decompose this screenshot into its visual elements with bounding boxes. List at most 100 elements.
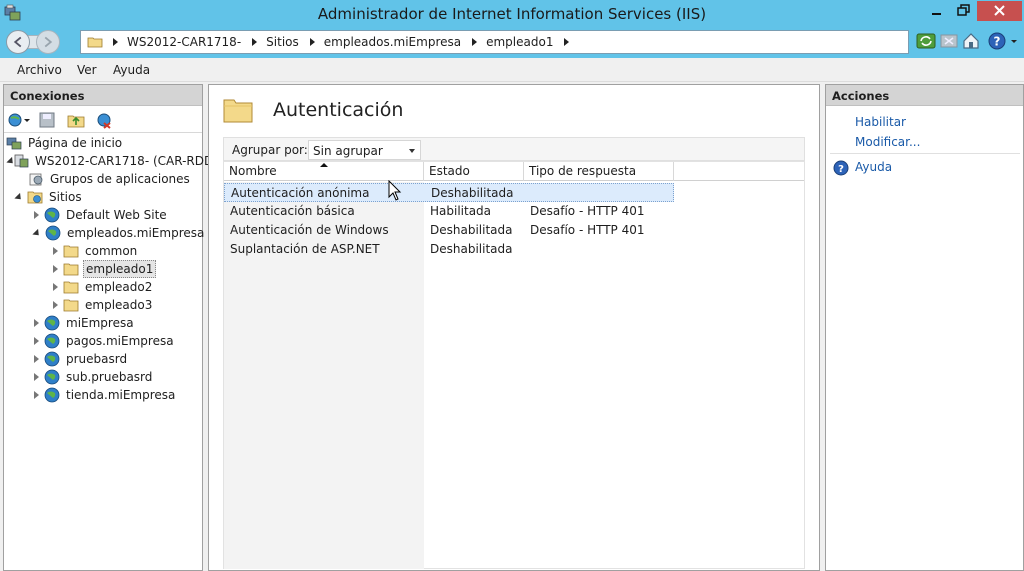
tree-item-empleado2[interactable]: empleado2 (51, 278, 154, 296)
minimize-button[interactable] (923, 1, 950, 21)
tree-item-sites[interactable]: Sitios (14, 188, 84, 206)
tree-expander[interactable] (53, 283, 58, 291)
address-field[interactable]: WS2012-CAR1718- Sitios empleados.miEmpre… (80, 30, 909, 54)
folder-icon (87, 37, 103, 48)
folder-icon (63, 263, 79, 276)
breadcrumb-separator (113, 38, 118, 46)
tree-item-pruebasrd[interactable]: pruebasrd (32, 350, 129, 368)
table-header: Nombre Estado Tipo de respuesta (224, 162, 804, 181)
tree-item-empleado3[interactable]: empleado3 (51, 296, 154, 314)
tree-item-default-web-site[interactable]: Default Web Site (32, 206, 169, 224)
menu-archivo[interactable]: Archivo (17, 63, 62, 77)
tree-item-empleados[interactable]: empleados.miEmpresa (32, 224, 206, 242)
tree-item-sub-pruebasrd[interactable]: sub.pruebasrd (32, 368, 154, 386)
group-by-select[interactable]: Sin agrupar (308, 140, 421, 160)
tree-expander[interactable] (53, 247, 58, 255)
chevron-down-icon (409, 149, 415, 153)
features-table: Nombre Estado Tipo de respuesta Autentic… (223, 161, 805, 569)
folder-icon (63, 281, 79, 294)
connections-toolbar (4, 107, 202, 133)
table-row[interactable]: Suplantación de ASP.NET Deshabilitada (224, 240, 674, 259)
restore-button[interactable] (951, 1, 976, 21)
tree-expander[interactable] (34, 337, 39, 345)
svg-text:?: ? (994, 35, 1001, 49)
actions-header: Acciones (826, 85, 1023, 106)
column-header-state[interactable]: Estado (424, 162, 524, 181)
tree-expander[interactable] (53, 265, 58, 273)
tree-expander[interactable] (34, 391, 39, 399)
server-icon (14, 154, 29, 168)
main-panel: Autenticación Agrupar por: Sin agrupar N… (208, 84, 820, 571)
tree-expander[interactable] (34, 319, 39, 327)
actions-panel: Acciones Habilitar Modificar... ? Ayuda (825, 84, 1024, 571)
tree-expander[interactable] (34, 211, 39, 219)
tree-expander[interactable] (34, 373, 39, 381)
group-by-bar: Agrupar por: Sin agrupar (223, 137, 805, 161)
tree-expander[interactable] (32, 228, 42, 238)
breadcrumb-separator[interactable] (564, 38, 570, 46)
breadcrumb-sites[interactable]: Sitios (266, 35, 324, 49)
home-icon[interactable] (961, 31, 981, 51)
menu-ver[interactable]: Ver (77, 63, 97, 77)
edit-link[interactable]: Modificar... (855, 135, 920, 149)
sites-folder-icon (27, 191, 43, 204)
tree-expander[interactable] (34, 355, 39, 363)
breadcrumb-site[interactable]: empleados.miEmpresa (324, 35, 486, 49)
tree-expander[interactable] (53, 301, 58, 309)
tree-item-tienda[interactable]: tienda.miEmpresa (32, 386, 177, 404)
tree-item-server[interactable]: WS2012-CAR1718- (CAR-RDD171 (6, 152, 238, 170)
start-page-icon (6, 137, 22, 150)
address-bar: WS2012-CAR1718- Sitios empleados.miEmpre… (0, 27, 1024, 58)
tree-item-empleado1[interactable]: empleado1 (51, 260, 157, 278)
sort-ascending-icon (320, 163, 328, 167)
tree-item-pagos[interactable]: pagos.miEmpresa (32, 332, 176, 350)
breadcrumb-app[interactable]: empleado1 (486, 35, 578, 49)
actions-divider (830, 153, 1020, 154)
window-title: Administrador de Internet Information Se… (317, 5, 707, 23)
tree-item-common[interactable]: common (51, 242, 139, 260)
save-icon[interactable] (38, 111, 56, 129)
column-header-response[interactable]: Tipo de respuesta (524, 162, 674, 181)
enable-link[interactable]: Habilitar (855, 115, 906, 129)
up-level-icon[interactable] (67, 111, 85, 129)
column-header-name[interactable]: Nombre (224, 162, 424, 181)
tree-item-home[interactable]: Página de inicio (6, 134, 124, 152)
table-row[interactable]: Autenticación anónima Deshabilitada (224, 183, 674, 202)
connections-header: Conexiones (4, 85, 202, 106)
menu-ayuda[interactable]: Ayuda (113, 63, 150, 77)
help-icon: ? (833, 160, 849, 176)
page-title: Autenticación (273, 99, 404, 121)
forward-button[interactable] (36, 30, 60, 54)
globe-icon (45, 225, 61, 241)
tree-expander[interactable] (14, 192, 24, 202)
globe-icon (44, 387, 60, 403)
globe-icon (44, 351, 60, 367)
back-button[interactable] (6, 30, 30, 54)
tree-item-app-pools[interactable]: Grupos de aplicaciones (28, 170, 192, 188)
table-row[interactable]: Autenticación de Windows Deshabilitada D… (224, 221, 674, 240)
globe-icon (44, 369, 60, 385)
breadcrumb-separator[interactable] (472, 38, 478, 46)
menu-bar: Archivo Ver Ayuda (0, 58, 1024, 82)
stop-icon[interactable] (939, 31, 959, 51)
chevron-down-icon[interactable] (1008, 31, 1020, 51)
folder-icon (223, 99, 253, 123)
folder-icon (63, 245, 79, 258)
breadcrumb-separator[interactable] (309, 38, 315, 46)
close-button[interactable] (977, 1, 1022, 21)
svg-text:?: ? (838, 164, 844, 175)
breadcrumb-server[interactable]: WS2012-CAR1718- (127, 35, 266, 49)
table-row[interactable]: Autenticación básica Habilitada Desafío … (224, 202, 674, 221)
folder-icon (63, 299, 79, 312)
connections-panel: Conexiones Página de inicio WS2012-CAR17… (3, 84, 236, 571)
chevron-down-icon[interactable] (22, 111, 32, 129)
help-icon[interactable]: ? (987, 31, 1007, 51)
title-bar: Administrador de Internet Information Se… (0, 0, 1024, 27)
tree-item-miempresa[interactable]: miEmpresa (32, 314, 136, 332)
disconnect-icon[interactable] (95, 111, 113, 129)
help-link[interactable]: Ayuda (855, 160, 892, 174)
refresh-icon[interactable] (916, 31, 936, 51)
globe-icon (44, 315, 60, 331)
breadcrumb-separator[interactable] (252, 38, 258, 46)
globe-icon (44, 207, 60, 223)
